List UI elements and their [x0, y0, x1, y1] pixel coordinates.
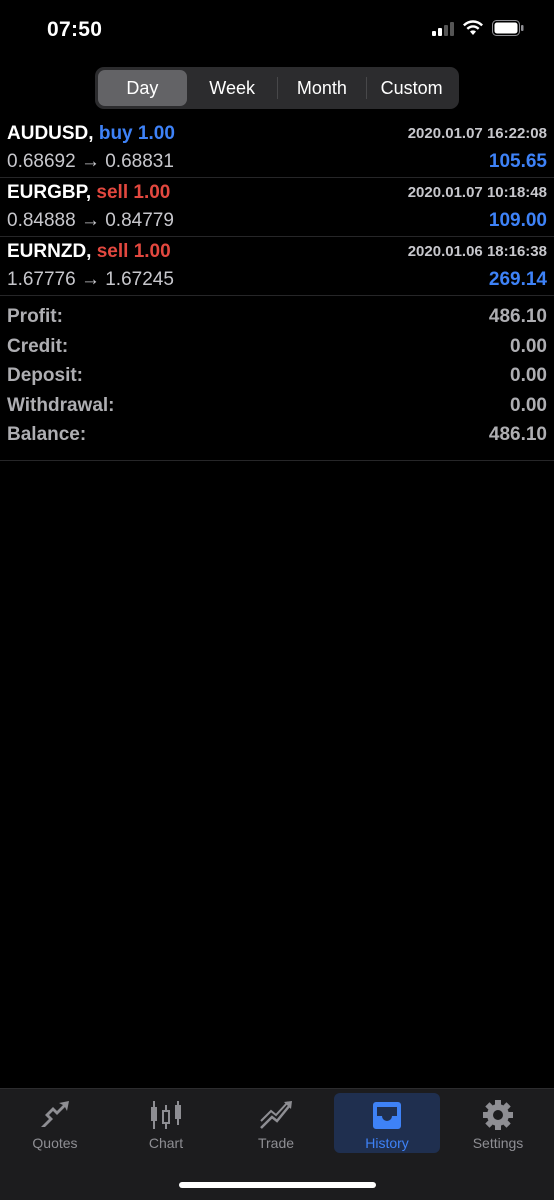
trade-symbol: EURGBP, — [7, 182, 92, 203]
summary-value: 0.00 — [510, 365, 547, 386]
summary-label: Deposit: — [7, 365, 83, 386]
history-list: AUDUSD, buy 1.00 2020.01.07 16:22:08 0.6… — [0, 119, 554, 461]
battery-icon — [492, 20, 524, 36]
tab-label: Chart — [148, 1135, 184, 1151]
summary-row-credit: Credit: 0.00 — [0, 334, 554, 364]
trade-prices: 0.68692 → 0.68831 — [7, 151, 174, 172]
history-inbox-icon — [369, 1099, 405, 1131]
tab-history[interactable]: History — [334, 1093, 440, 1153]
quotes-icon — [37, 1099, 73, 1131]
cellular-signal-icon — [432, 20, 454, 36]
tab-label: Settings — [472, 1135, 524, 1151]
summary-row-balance: Balance: 486.10 — [0, 422, 554, 452]
trade-row[interactable]: EURGBP, sell 1.00 2020.01.07 10:18:48 0.… — [0, 178, 554, 237]
summary-row-deposit: Deposit: 0.00 — [0, 363, 554, 393]
summary-row-profit: Profit: 486.10 — [0, 304, 554, 334]
tab-trade[interactable]: Trade — [223, 1093, 329, 1153]
gear-icon — [480, 1099, 516, 1131]
trade-time: 2020.01.07 10:18:48 — [407, 184, 547, 201]
trade-profit: 269.14 — [488, 269, 547, 290]
segment-month[interactable]: Month — [278, 70, 367, 106]
trade-time: 2020.01.07 16:22:08 — [407, 125, 547, 142]
tab-label: Trade — [257, 1135, 295, 1151]
candlestick-chart-icon — [148, 1099, 184, 1131]
trade-prices: 0.84888 → 0.84779 — [7, 210, 174, 231]
trade-side: sell 1.00 — [96, 241, 171, 262]
trade-row[interactable]: AUDUSD, buy 1.00 2020.01.07 16:22:08 0.6… — [0, 119, 554, 178]
summary-label: Balance: — [7, 424, 87, 445]
trade-side: buy 1.00 — [98, 123, 175, 144]
trade-profit: 109.00 — [488, 210, 547, 231]
trade-title: EURGBP, sell 1.00 — [7, 182, 170, 204]
trade-time: 2020.01.06 18:16:38 — [407, 243, 547, 260]
trade-row[interactable]: EURNZD, sell 1.00 2020.01.06 18:16:38 1.… — [0, 237, 554, 296]
home-indicator[interactable] — [179, 1182, 376, 1188]
segment-custom[interactable]: Custom — [367, 70, 456, 106]
status-bar: 07:50 — [0, 0, 554, 62]
trade-prices: 1.67776 → 1.67245 — [7, 269, 174, 290]
tab-quotes[interactable]: Quotes — [2, 1093, 108, 1153]
summary-label: Credit: — [7, 335, 69, 357]
tab-chart[interactable]: Chart — [113, 1093, 219, 1153]
trade-side: sell 1.00 — [96, 182, 171, 203]
summary-label: Withdrawal: — [7, 394, 115, 416]
history-screen: 07:50 Day Week Month Custom AUDUSD, buy … — [0, 0, 554, 1200]
trade-symbol: EURNZD, — [7, 241, 92, 262]
summary-label: Profit: — [7, 306, 63, 327]
status-time: 07:50 — [47, 18, 103, 41]
summary-value: 0.00 — [510, 335, 547, 357]
period-segmented-control: Day Week Month Custom — [95, 67, 459, 109]
tab-settings[interactable]: Settings — [445, 1093, 551, 1153]
account-summary: Profit: 486.10 Credit: 0.00 Deposit: 0.0… — [0, 296, 554, 461]
trade-icon — [258, 1099, 294, 1131]
wifi-icon — [463, 20, 483, 35]
summary-row-withdrawal: Withdrawal: 0.00 — [0, 393, 554, 423]
trade-title: AUDUSD, buy 1.00 — [7, 123, 175, 145]
summary-value: 486.10 — [488, 424, 547, 445]
tab-label: Quotes — [32, 1135, 78, 1151]
tab-label: History — [365, 1135, 409, 1151]
trade-profit: 105.65 — [488, 151, 547, 172]
status-icons — [432, 20, 524, 36]
segment-day[interactable]: Day — [98, 70, 187, 106]
trade-symbol: AUDUSD, — [7, 123, 94, 144]
segment-week[interactable]: Week — [188, 70, 277, 106]
summary-value: 0.00 — [510, 394, 547, 416]
trade-title: EURNZD, sell 1.00 — [7, 241, 171, 263]
summary-value: 486.10 — [488, 306, 547, 327]
